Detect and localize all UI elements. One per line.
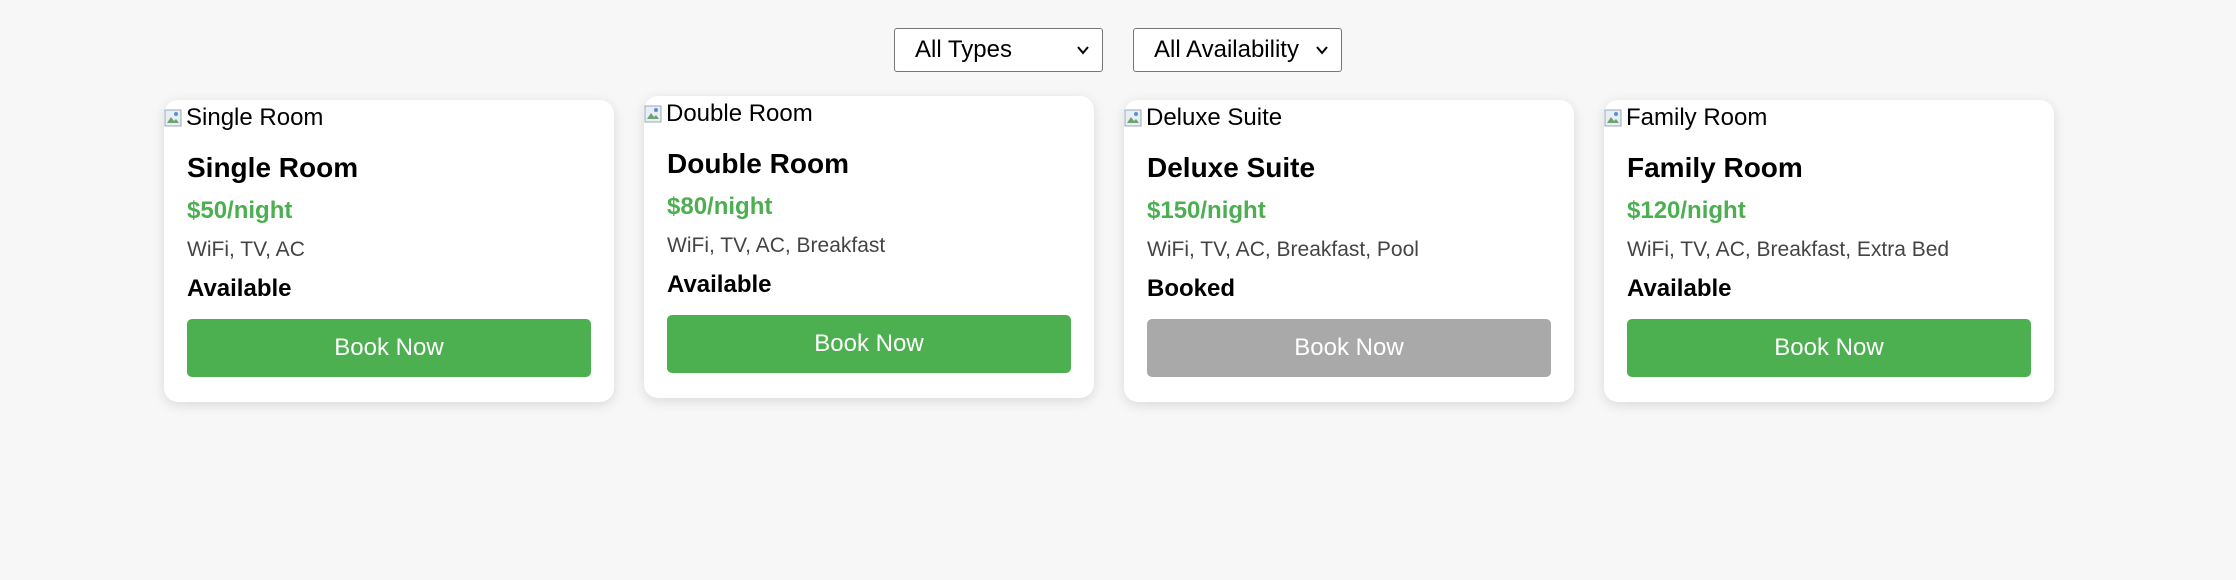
broken-image-icon: [1124, 109, 1142, 127]
book-now-button[interactable]: Book Now: [667, 315, 1071, 373]
room-name: Family Room: [1627, 152, 1803, 183]
room-status: Available: [187, 275, 292, 302]
room-image-alt-text: Single Room: [186, 104, 324, 131]
room-name: Double Room: [667, 148, 849, 179]
room-card-list: Single Room Single Room $50/night WiFi, …: [164, 96, 2054, 402]
availability-select[interactable]: All Availability: [1133, 28, 1342, 72]
room-type-select-value: All Types: [915, 36, 1012, 63]
room-card: Single Room Single Room $50/night WiFi, …: [164, 100, 614, 402]
room-name: Single Room: [187, 152, 359, 183]
chevron-down-icon: [1077, 46, 1089, 55]
room-image-alt-text: Family Room: [1626, 104, 1768, 131]
room-card: Family Room Family Room $120/night WiFi,…: [1604, 100, 2054, 402]
room-name: Deluxe Suite: [1147, 152, 1316, 183]
room-image: Deluxe Suite: [1124, 104, 1282, 132]
availability-select-value: All Availability: [1154, 36, 1299, 63]
room-image-alt-text: Deluxe Suite: [1146, 104, 1283, 131]
book-now-button[interactable]: Book Now: [187, 319, 591, 377]
room-type-select[interactable]: All Types: [894, 28, 1103, 72]
room-card: Double Room Double Room $80/night WiFi, …: [644, 96, 1094, 398]
room-amenities: WiFi, TV, AC: [187, 238, 305, 261]
book-now-button[interactable]: Book Now: [1627, 319, 2031, 377]
broken-image-icon: [644, 105, 662, 123]
room-price: $120/night: [1627, 197, 1746, 224]
room-status: Available: [1627, 275, 1732, 302]
chevron-down-icon: [1316, 46, 1328, 55]
filter-bar: All Types All Availability: [0, 28, 2236, 72]
room-price: $50/night: [187, 197, 293, 224]
room-price: $80/night: [667, 193, 773, 220]
room-image: Double Room: [644, 100, 813, 128]
room-image: Single Room: [164, 104, 323, 132]
room-amenities: WiFi, TV, AC, Breakfast: [667, 234, 886, 257]
room-amenities: WiFi, TV, AC, Breakfast, Extra Bed: [1627, 238, 1950, 261]
room-image-alt-text: Double Room: [666, 100, 813, 127]
room-status: Available: [667, 271, 772, 298]
broken-image-icon: [164, 109, 182, 127]
room-image: Family Room: [1604, 104, 1767, 132]
room-card: Deluxe Suite Deluxe Suite $150/night WiF…: [1124, 100, 1574, 402]
room-price: $150/night: [1147, 197, 1266, 224]
room-amenities: WiFi, TV, AC, Breakfast, Pool: [1147, 238, 1419, 261]
book-now-button[interactable]: Book Now: [1147, 319, 1551, 377]
broken-image-icon: [1604, 109, 1622, 127]
room-status: Booked: [1147, 275, 1236, 302]
